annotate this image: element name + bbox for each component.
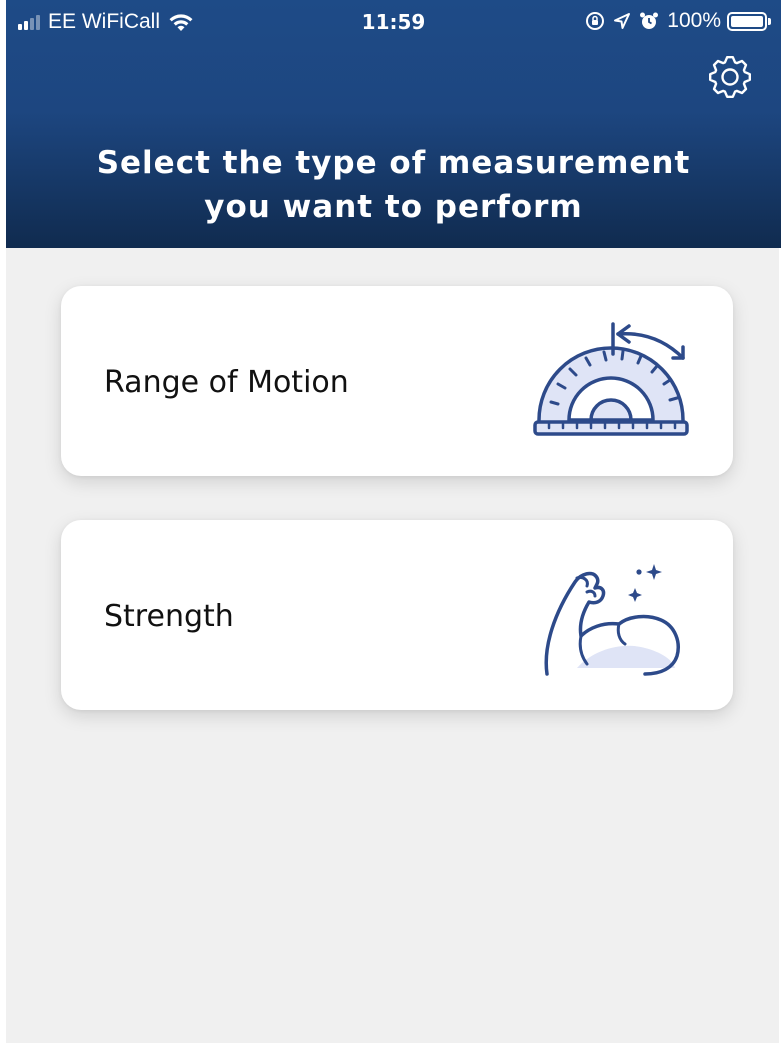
battery-icon: [727, 11, 767, 31]
protractor-icon: [525, 322, 695, 442]
battery-percent: 100%: [667, 9, 721, 32]
battery-tip: [768, 17, 771, 25]
orientation-lock-icon: [585, 11, 605, 31]
app-screen: EE WiFiCall 11:59 100% Select the type o…: [0, 0, 781, 1043]
strength-option[interactable]: Strength: [61, 520, 733, 710]
alarm-icon: [639, 11, 659, 31]
option-label: Strength: [104, 598, 234, 634]
option-label: Range of Motion: [104, 364, 349, 400]
settings-button[interactable]: [705, 52, 755, 102]
status-right: 100%: [585, 9, 771, 33]
page-title: Select the type of measurement you want …: [96, 145, 691, 225]
location-arrow-icon: [613, 12, 631, 30]
header: EE WiFiCall 11:59 100% Select the type o…: [6, 0, 781, 248]
status-bar: EE WiFiCall 11:59 100%: [6, 0, 781, 48]
range-of-motion-option[interactable]: Range of Motion: [61, 286, 733, 476]
flexed-arm-icon: [525, 556, 695, 676]
battery-fill: [731, 15, 763, 27]
gear-icon: [709, 56, 751, 98]
left-edge: [0, 0, 6, 1043]
